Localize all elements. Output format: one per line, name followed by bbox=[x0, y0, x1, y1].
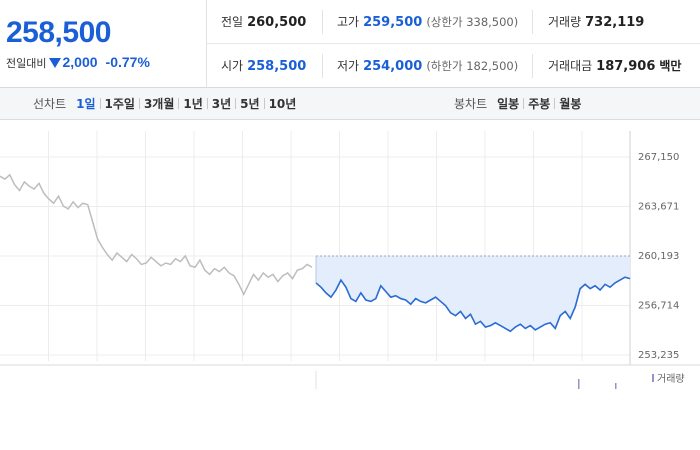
volume-value: 732,119 bbox=[585, 15, 645, 30]
amount-value: 187,906 bbox=[596, 59, 656, 74]
change-value: 2,000 bbox=[62, 54, 98, 70]
volume-bar bbox=[578, 379, 580, 389]
down-triangle-icon bbox=[49, 58, 62, 68]
prev-close-value: 260,500 bbox=[247, 15, 307, 30]
current-price: 258,500 bbox=[6, 16, 111, 49]
quote-row-1: 전일 260,500 고가 259,500 (상한가 338,500) 거래량 732,… bbox=[207, 0, 700, 44]
open-value: 258,500 bbox=[247, 59, 307, 74]
low-label: 저가 bbox=[337, 59, 360, 73]
high-price: 고가 259,500 (상한가 338,500) bbox=[337, 0, 518, 44]
divider bbox=[532, 10, 533, 34]
quote-details: 전일 260,500 고가 259,500 (상한가 338,500) 거래량 732,… bbox=[207, 0, 700, 88]
change-percent: -0.77% bbox=[105, 54, 150, 70]
y-tick-label: 267,150 bbox=[638, 152, 679, 163]
high-label: 고가 bbox=[337, 15, 360, 29]
tab-monthly[interactable]: 월봉 bbox=[555, 97, 585, 111]
volume: 거래량 732,119 bbox=[548, 0, 644, 44]
candle-chart-title: 봉차트 bbox=[454, 97, 488, 111]
line-chart-title: 선차트 bbox=[33, 97, 67, 111]
tab-1d[interactable]: 1일 bbox=[72, 97, 99, 111]
y-tick-label: 253,235 bbox=[638, 350, 679, 361]
tab-10y[interactable]: 10년 bbox=[265, 97, 301, 111]
high-value: 259,500 bbox=[363, 15, 423, 30]
lower-limit: (하한가 182,500) bbox=[426, 59, 519, 73]
upper-limit: (상한가 338,500) bbox=[426, 15, 519, 29]
low-value: 254,000 bbox=[363, 59, 423, 74]
prev-close-label: 전일 bbox=[221, 15, 244, 29]
tab-daily[interactable]: 일봉 bbox=[493, 97, 523, 111]
chart-tab-bar: 선차트 1일 1주일 3개월 1년 3년 5년 10년 봉차트 일봉 주봉 월봉 bbox=[0, 88, 700, 120]
low-price: 저가 254,000 (하한가 182,500) bbox=[337, 44, 518, 88]
price-chart: 267,150 263,671 260,193 256,714 253,235 거래량 bbox=[0, 131, 700, 389]
divider bbox=[322, 54, 323, 78]
line-chart-tabs: 선차트 1일 1주일 3개월 1년 3년 5년 10년 bbox=[33, 88, 300, 120]
y-tick-label: 256,714 bbox=[638, 301, 679, 312]
tab-5y[interactable]: 5년 bbox=[236, 97, 263, 111]
divider bbox=[322, 10, 323, 34]
quote-row-2: 시가 258,500 저가 254,000 (하한가 182,500) 거래대금 187… bbox=[207, 44, 700, 88]
trade-amount: 거래대금 187,906 백만 bbox=[548, 44, 681, 88]
previous-day-line bbox=[0, 173, 313, 297]
y-tick-label: 263,671 bbox=[638, 202, 679, 213]
tab-3m[interactable]: 3개월 bbox=[140, 97, 178, 111]
price-chart-area: 267,150 263,671 260,193 256,714 253,235 거래량 bbox=[0, 121, 700, 450]
volume-legend-swatch bbox=[652, 374, 654, 382]
amount-unit: 백만 bbox=[659, 59, 682, 73]
volume-bar bbox=[615, 383, 617, 389]
tab-1y[interactable]: 1년 bbox=[179, 97, 206, 111]
candle-chart-tabs: 봉차트 일봉 주봉 월봉 bbox=[454, 88, 585, 120]
change-label: 전일대비 bbox=[6, 57, 47, 70]
quote-panel: 258,500 전일대비 2,000 -0.77% 전일 260,500 고가 259,… bbox=[0, 0, 700, 88]
volume-label: 거래량 bbox=[548, 15, 582, 29]
tab-weekly[interactable]: 주봉 bbox=[524, 97, 554, 111]
price-change-row: 전일대비 2,000 -0.77% bbox=[6, 54, 150, 71]
price-summary: 258,500 전일대비 2,000 -0.77% bbox=[0, 0, 207, 88]
open-price: 시가 258,500 bbox=[221, 44, 306, 88]
tab-1w[interactable]: 1주일 bbox=[101, 97, 139, 111]
amount-label: 거래대금 bbox=[548, 59, 593, 73]
open-label: 시가 bbox=[221, 59, 244, 73]
divider bbox=[532, 54, 533, 78]
prev-close: 전일 260,500 bbox=[221, 0, 306, 44]
volume-legend-label: 거래량 bbox=[657, 373, 685, 385]
y-tick-label: 260,193 bbox=[638, 251, 679, 262]
tab-3y[interactable]: 3년 bbox=[208, 97, 235, 111]
